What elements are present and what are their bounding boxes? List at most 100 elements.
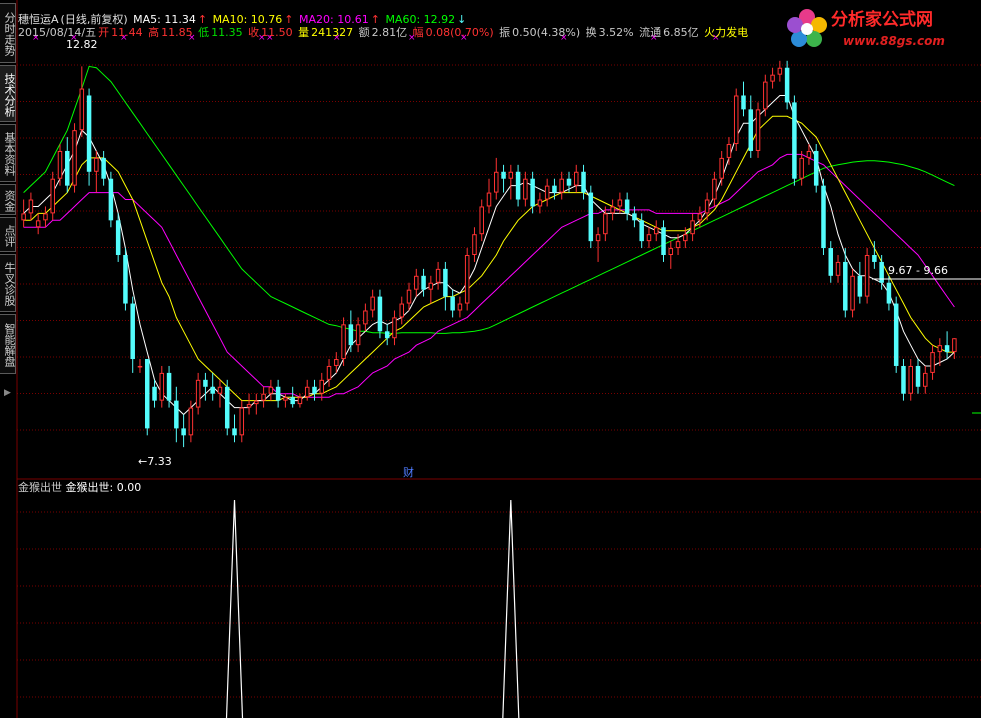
candle-body — [239, 407, 245, 436]
candle-body — [530, 178, 535, 207]
candle-body — [94, 157, 99, 172]
signal-spike — [502, 499, 520, 718]
ma10-label: MA10: 10.76 — [212, 13, 283, 26]
ma20-label: MA20: 10.61 — [299, 13, 369, 26]
logo-title: 分析家公式网 — [831, 9, 933, 30]
turnover-value: 3.52% — [598, 26, 634, 39]
financial-event-badge[interactable]: 财 — [403, 465, 414, 479]
amplitude-value: 0.50(4.38%) — [512, 26, 581, 39]
candle-body — [312, 386, 317, 394]
candle-body — [653, 227, 659, 235]
candle-body — [392, 317, 397, 339]
change-value: 0.08(0.70%) — [425, 26, 494, 39]
candle-body — [130, 303, 135, 360]
candle-body — [704, 199, 710, 214]
candle-body — [944, 345, 950, 353]
candle-body — [566, 178, 572, 186]
candle-body — [297, 397, 303, 405]
indicator-label: 金猴出世: — [65, 481, 114, 494]
quote-date: 2015/08/14/五 — [18, 26, 97, 39]
candle-body — [195, 379, 201, 408]
candle-body — [363, 310, 368, 325]
low-price-label: ←7.33 — [138, 455, 172, 468]
candle-body — [857, 275, 863, 297]
candle-body — [377, 296, 383, 332]
sector-signal[interactable]: 火力发电 — [704, 26, 748, 39]
candle-body — [232, 428, 237, 436]
close-value: 11.50 — [261, 26, 293, 39]
turnover-label: 换 — [585, 26, 597, 39]
candle-body — [450, 296, 455, 311]
candle-body — [646, 234, 652, 242]
candle-body — [639, 220, 644, 242]
candle-body — [290, 397, 295, 405]
candle-body — [624, 199, 630, 214]
site-logo: 分析家公式网 www.88gs.com — [787, 9, 945, 48]
candle-body — [101, 157, 106, 179]
volume-value: 241327 — [311, 26, 354, 39]
indicator-value: 0.00 — [116, 481, 142, 494]
high-value: 11.85 — [161, 26, 193, 39]
candle-body — [792, 102, 797, 179]
stock-chart[interactable]: × × × × × × × × × × × × 12.82 ←7.33 9.67 - 9.66 财 — [0, 0, 981, 718]
candle-body — [326, 365, 332, 380]
candle-body — [930, 352, 935, 373]
candle-body — [908, 365, 913, 394]
candle-body — [275, 386, 281, 401]
candle-body — [355, 324, 361, 346]
candle-body — [610, 206, 615, 214]
high-label: 高 — [148, 26, 160, 39]
candle-body — [399, 303, 404, 318]
candle-body — [152, 386, 157, 401]
ma5-label: MA5: 11.34 — [133, 13, 196, 26]
candle-body — [603, 213, 608, 235]
candle-body — [508, 171, 514, 179]
candle-body — [690, 220, 695, 235]
amount-label: 额 — [358, 26, 370, 39]
candle-body — [144, 359, 150, 429]
candle-body — [581, 171, 586, 193]
candle-body — [283, 397, 288, 401]
open-label: 开 — [98, 26, 110, 39]
candle-body — [261, 393, 266, 401]
candle-body — [675, 241, 681, 249]
candle-body — [443, 268, 448, 297]
ma60-label: MA60: 12.92 — [385, 13, 456, 26]
indicator-name[interactable]: 金猴出世 — [18, 481, 62, 494]
candle-body — [813, 150, 819, 186]
flower-icon — [787, 9, 827, 47]
candle-body — [486, 192, 492, 207]
candle-body — [35, 220, 41, 228]
candle-body — [632, 213, 637, 221]
candle-body — [181, 428, 186, 436]
candle-body — [777, 67, 783, 75]
candle-body — [72, 130, 77, 186]
stock-name[interactable]: 穗恒运A — [18, 13, 59, 26]
candle-body — [821, 185, 826, 249]
chart-header: 穗恒运A (日线,前复权) MA5: 11.34 ↑ MA10: 10.76 ↑ MA… — [18, 13, 468, 27]
candle-body — [494, 171, 499, 193]
candle-body — [254, 400, 259, 405]
amount-value: 2.81亿 — [371, 26, 408, 39]
candle-body — [712, 178, 717, 200]
candlestick-series: × × × × × × × × × × × × — [21, 33, 981, 448]
candle-body — [464, 255, 470, 304]
candle-body — [334, 359, 339, 366]
candle-body — [763, 81, 768, 110]
candle-body — [784, 67, 790, 103]
candle-body — [203, 379, 208, 387]
indicator-header: 金猴出世 金猴出世: 0.00 — [18, 481, 141, 495]
ma20-arrow-icon: ↑ — [370, 13, 380, 26]
candle-body — [159, 372, 165, 401]
candle-body — [65, 150, 70, 186]
candle-body — [864, 255, 870, 297]
low-value: 11.35 — [211, 26, 243, 39]
candle-body — [472, 234, 477, 255]
candle-body — [115, 220, 121, 255]
chart-mode[interactable]: (日线,前复权) — [61, 13, 128, 26]
low-label: 低 — [198, 26, 210, 39]
amplitude-label: 振 — [499, 26, 511, 39]
quote-line: 2015/08/14/五开 11.44 高 11.85 低 11.35 收 11.50 … — [18, 26, 750, 40]
candle-body — [406, 289, 412, 304]
candle-body — [86, 95, 92, 172]
